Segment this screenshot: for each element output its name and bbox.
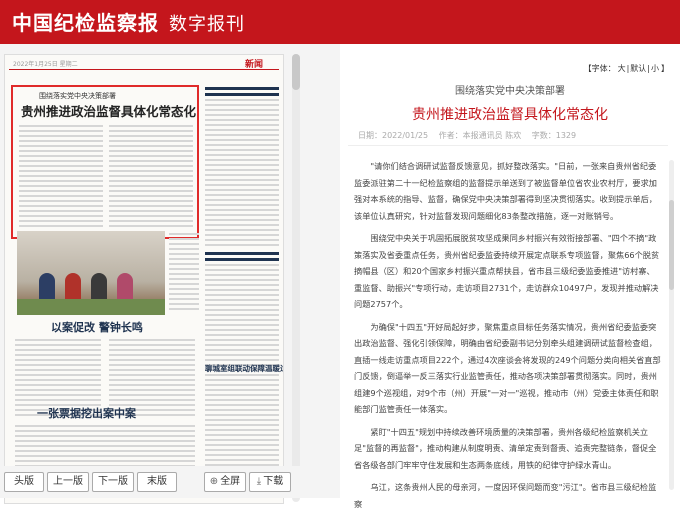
article-paragraph: 为确保"十四五"开好局起好步，聚焦重点目标任务落实情况，贵州省纪委监委突出政治监…	[354, 321, 661, 415]
font-size-close: 】	[661, 64, 669, 73]
download-label: 下载	[263, 476, 284, 487]
page-nav-toolbar: 头版 上一版 下一版 末版 ⊕ 全屏 ⤓ 下载	[0, 466, 340, 498]
newspaper-page-viewer: 2022年1月25日 星期二 新闻 围绕落实党中央决策部署 贵州推进政治监督具体…	[0, 44, 340, 504]
photo-side-text	[169, 233, 199, 313]
brand-subtitle: 数字报刊	[169, 14, 245, 35]
fullscreen-label: 全屏	[220, 476, 241, 487]
article-scroll-thumb[interactable]	[669, 200, 674, 290]
headline-receipt[interactable]: 一张票据挖出案中案	[37, 405, 136, 421]
article-paragraph: "请你们结合调研试监督反馈意见，抓好整改落实。"日前，一张来自贵州省纪委监委派驻…	[354, 161, 657, 221]
page-scrollbar[interactable]	[292, 54, 300, 502]
article-author: 作者：本报通讯员 陈欢	[438, 131, 522, 140]
hotspot-title: 贵州推进政治监督具体化常态化	[21, 104, 197, 119]
font-default-link[interactable]: 默认	[630, 64, 646, 73]
article-panel: 【字体： 大|默认|小】 围绕落实党中央决策部署 贵州推进政治监督具体化常态化 日…	[340, 44, 680, 509]
article-kicker: 围绕落实党中央决策部署	[455, 86, 565, 97]
article-title: 贵州推进政治监督具体化常态化	[412, 107, 608, 123]
newspaper-page-image[interactable]: 2022年1月25日 星期二 新闻 围绕落实党中央决策部署 贵州推进政治监督具体…	[4, 54, 284, 504]
article-body: "请你们结合调研试监督反馈意见，抓好整改落实。"日前，一张来自贵州省纪委监委派驻…	[354, 158, 662, 518]
article-paragraph: 乌江，这条贵州人民的母亲河，一度因环保问题而变"污江"。省市县三级纪检监察	[354, 482, 657, 509]
article-divider	[348, 145, 668, 146]
hotspot-text-col2	[109, 125, 193, 230]
font-small-link[interactable]: 小	[651, 64, 659, 73]
masthead-rule	[9, 69, 279, 70]
headline-casework[interactable]: 以案促改 警钟长鸣	[51, 319, 143, 335]
site-header: 中国纪检监察报 数字报刊	[0, 0, 680, 44]
font-large-link[interactable]: 大	[618, 64, 626, 73]
article-paragraph: 紧盯"十四五"规划中持续改善环境质量的决策部署，贵州各级纪检监察机关立足"监督的…	[354, 426, 657, 470]
first-page-button[interactable]: 头版	[4, 472, 44, 492]
highlighted-article-hotspot[interactable]: 围绕落实党中央决策部署 贵州推进政治监督具体化常态化	[11, 85, 199, 239]
next-page-button[interactable]: 下一版	[92, 472, 134, 492]
site-logo[interactable]: 中国纪检监察报 数字报刊	[12, 7, 245, 36]
article-scrollbar[interactable]	[669, 160, 674, 490]
font-size-label: 【字体：	[583, 64, 616, 73]
news-photo[interactable]	[17, 231, 165, 315]
article-paragraph: 围绕党中央关于巩固拓展脱贫攻坚成果同乡村振兴有效衔接部署、"四个不摘"政策落实及…	[354, 233, 660, 309]
fullscreen-icon: ⊕	[209, 476, 219, 487]
download-button[interactable]: ⤓ 下载	[249, 472, 291, 492]
fullscreen-button[interactable]: ⊕ 全屏	[204, 472, 246, 492]
last-page-button[interactable]: 末版	[137, 472, 177, 492]
page-scroll-thumb[interactable]	[292, 54, 300, 90]
article-date: 日期：2022/01/25	[358, 131, 429, 140]
download-icon: ⤓	[256, 476, 262, 487]
brand-name: 中国纪检监察报	[12, 11, 159, 35]
page-date: 2022年1月25日 星期二	[13, 61, 78, 68]
hotspot-kicker: 围绕落实党中央决策部署	[39, 92, 116, 100]
photo-vegetables	[17, 299, 165, 315]
article-meta: 日期：2022/01/25 作者：本报通讯员 陈欢 字数：1329	[358, 130, 584, 141]
prev-page-button[interactable]: 上一版	[47, 472, 89, 492]
headline-liaocheng[interactable]: 聊城室组联动保障温暖过冬	[205, 363, 283, 374]
article-word-count: 字数：1329	[531, 131, 577, 140]
right-column-text	[205, 87, 279, 384]
hotspot-text-col1	[19, 125, 103, 230]
font-size-control: 【字体： 大|默认|小】	[583, 64, 669, 73]
